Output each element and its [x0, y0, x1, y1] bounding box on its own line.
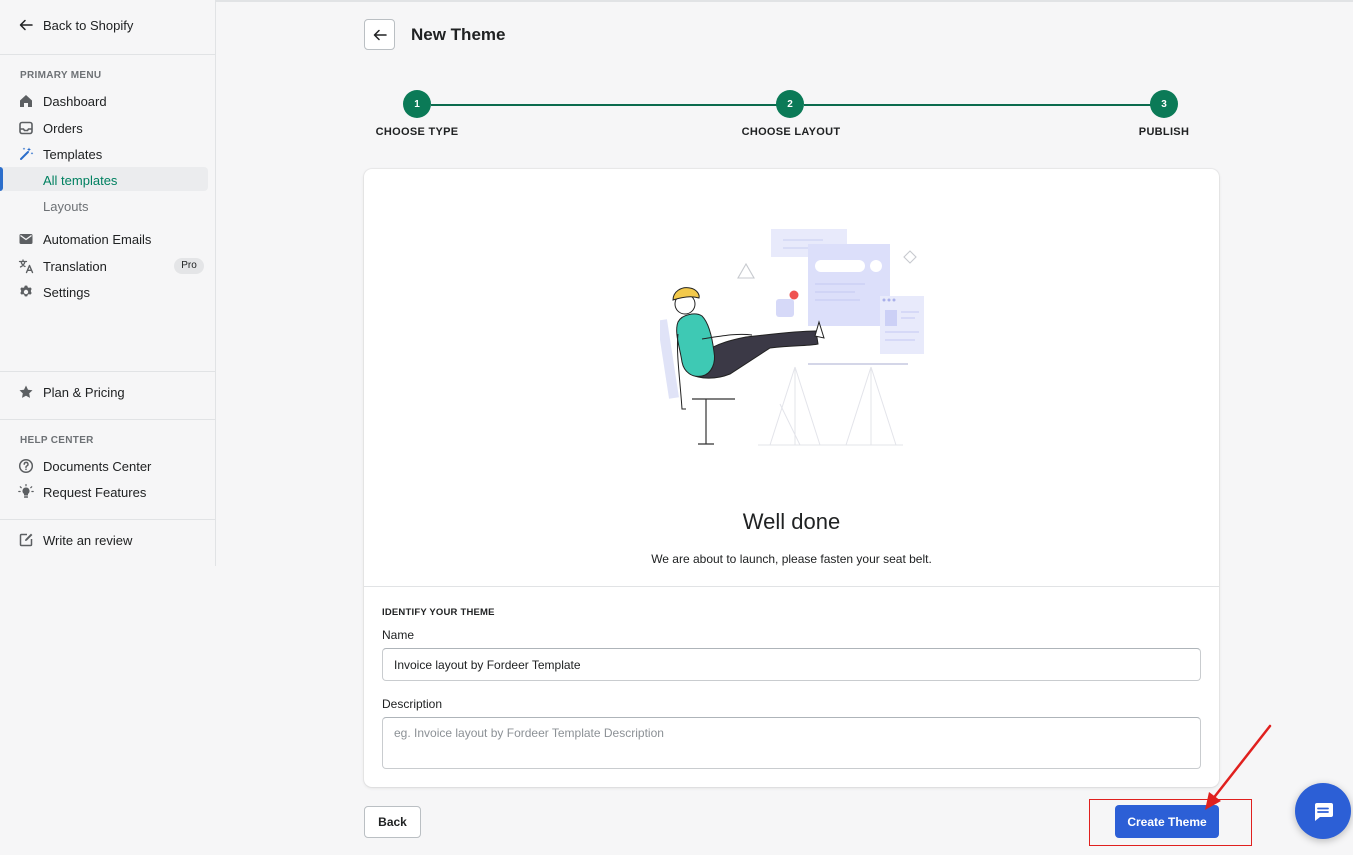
sidebar-item-label: Documents Center	[43, 458, 152, 474]
sidebar-item-label: Automation Emails	[43, 231, 152, 247]
inbox-icon	[19, 121, 33, 135]
sidebar-item-label: Translation	[43, 258, 107, 274]
active-item-indicator	[0, 167, 3, 191]
sidebar-item-settings[interactable]: Settings	[18, 282, 90, 302]
page-title: New Theme	[411, 25, 506, 44]
arrow-left-icon	[19, 19, 33, 31]
primary-menu-heading: PRIMARY MENU	[20, 70, 102, 81]
sidebar-item-templates[interactable]: Templates	[18, 144, 102, 164]
success-illustration	[660, 229, 924, 446]
translate-icon	[18, 259, 34, 274]
mail-icon	[19, 234, 33, 244]
step-3-circle: 3	[1150, 90, 1178, 118]
sidebar-item-write-review[interactable]: Write an review	[18, 530, 132, 550]
edit-icon	[19, 533, 33, 547]
sidebar-item-label: Dashboard	[43, 93, 107, 109]
home-icon	[20, 95, 32, 107]
sidebar-item-label: Templates	[43, 146, 103, 162]
theme-name-input[interactable]	[382, 648, 1201, 681]
step-connector	[431, 104, 777, 106]
sidebar-item-request-features[interactable]: Request Features	[18, 482, 146, 502]
step-1-circle: 1	[403, 90, 431, 118]
back-button[interactable]: Back	[364, 806, 421, 838]
success-subtext: We are about to launch, please fasten yo…	[651, 552, 932, 566]
back-to-shopify-link[interactable]: Back to Shopify	[18, 17, 133, 33]
sidebar-item-label: Settings	[43, 284, 90, 300]
sidebar-item-label: Plan & Pricing	[43, 384, 125, 400]
sidebar-item-label: Orders	[43, 120, 83, 136]
theme-description-input[interactable]	[382, 717, 1201, 769]
chat-icon	[1315, 803, 1333, 821]
theme-card: Well done We are about to launch, please…	[364, 169, 1219, 787]
divider	[0, 54, 215, 55]
sidebar-item-automation-emails[interactable]: Automation Emails	[18, 229, 151, 249]
step-2-circle: 2	[776, 90, 804, 118]
help-circle-icon	[18, 458, 34, 474]
sidebar-item-plan-pricing[interactable]: Plan & Pricing	[18, 382, 125, 402]
sidebar-item-dashboard[interactable]: Dashboard	[18, 91, 107, 111]
success-heading: Well done	[742, 509, 841, 534]
pro-badge: Pro	[174, 258, 204, 274]
step-1-label: CHOOSE TYPE	[375, 126, 459, 138]
chat-widget-button[interactable]	[1295, 783, 1351, 839]
star-icon	[19, 385, 33, 398]
sidebar: Back to Shopify PRIMARY MENU Dashboard O…	[0, 0, 216, 566]
sidebar-item-label: Write an review	[43, 532, 133, 548]
step-connector	[804, 104, 1151, 106]
identify-theme-title: IDENTIFY YOUR THEME	[382, 607, 495, 618]
name-label: Name	[382, 628, 415, 642]
create-theme-button[interactable]: Create Theme	[1115, 805, 1219, 838]
sidebar-item-label: Request Features	[43, 484, 147, 500]
sidebar-item-documents-center[interactable]: Documents Center	[18, 456, 151, 476]
gear-icon	[20, 285, 32, 297]
divider	[0, 371, 215, 372]
sidebar-item-all-templates[interactable]: All templates	[43, 173, 117, 188]
sidebar-item-translation[interactable]: Translation	[18, 256, 107, 276]
step-2-label: CHOOSE LAYOUT	[741, 126, 841, 138]
page-back-button[interactable]	[364, 19, 395, 50]
divider	[0, 419, 215, 420]
back-to-shopify-label: Back to Shopify	[43, 17, 134, 33]
help-center-heading: HELP CENTER	[20, 435, 94, 446]
magic-wand-icon	[20, 147, 34, 160]
lightbulb-icon	[18, 484, 34, 498]
description-label: Description	[382, 697, 443, 711]
sidebar-item-orders[interactable]: Orders	[18, 118, 83, 138]
arrow-left-icon	[373, 29, 387, 40]
step-3-label: PUBLISH	[1138, 126, 1190, 138]
divider	[0, 519, 215, 520]
card-divider	[364, 586, 1219, 587]
sidebar-item-layouts[interactable]: Layouts	[43, 199, 89, 214]
